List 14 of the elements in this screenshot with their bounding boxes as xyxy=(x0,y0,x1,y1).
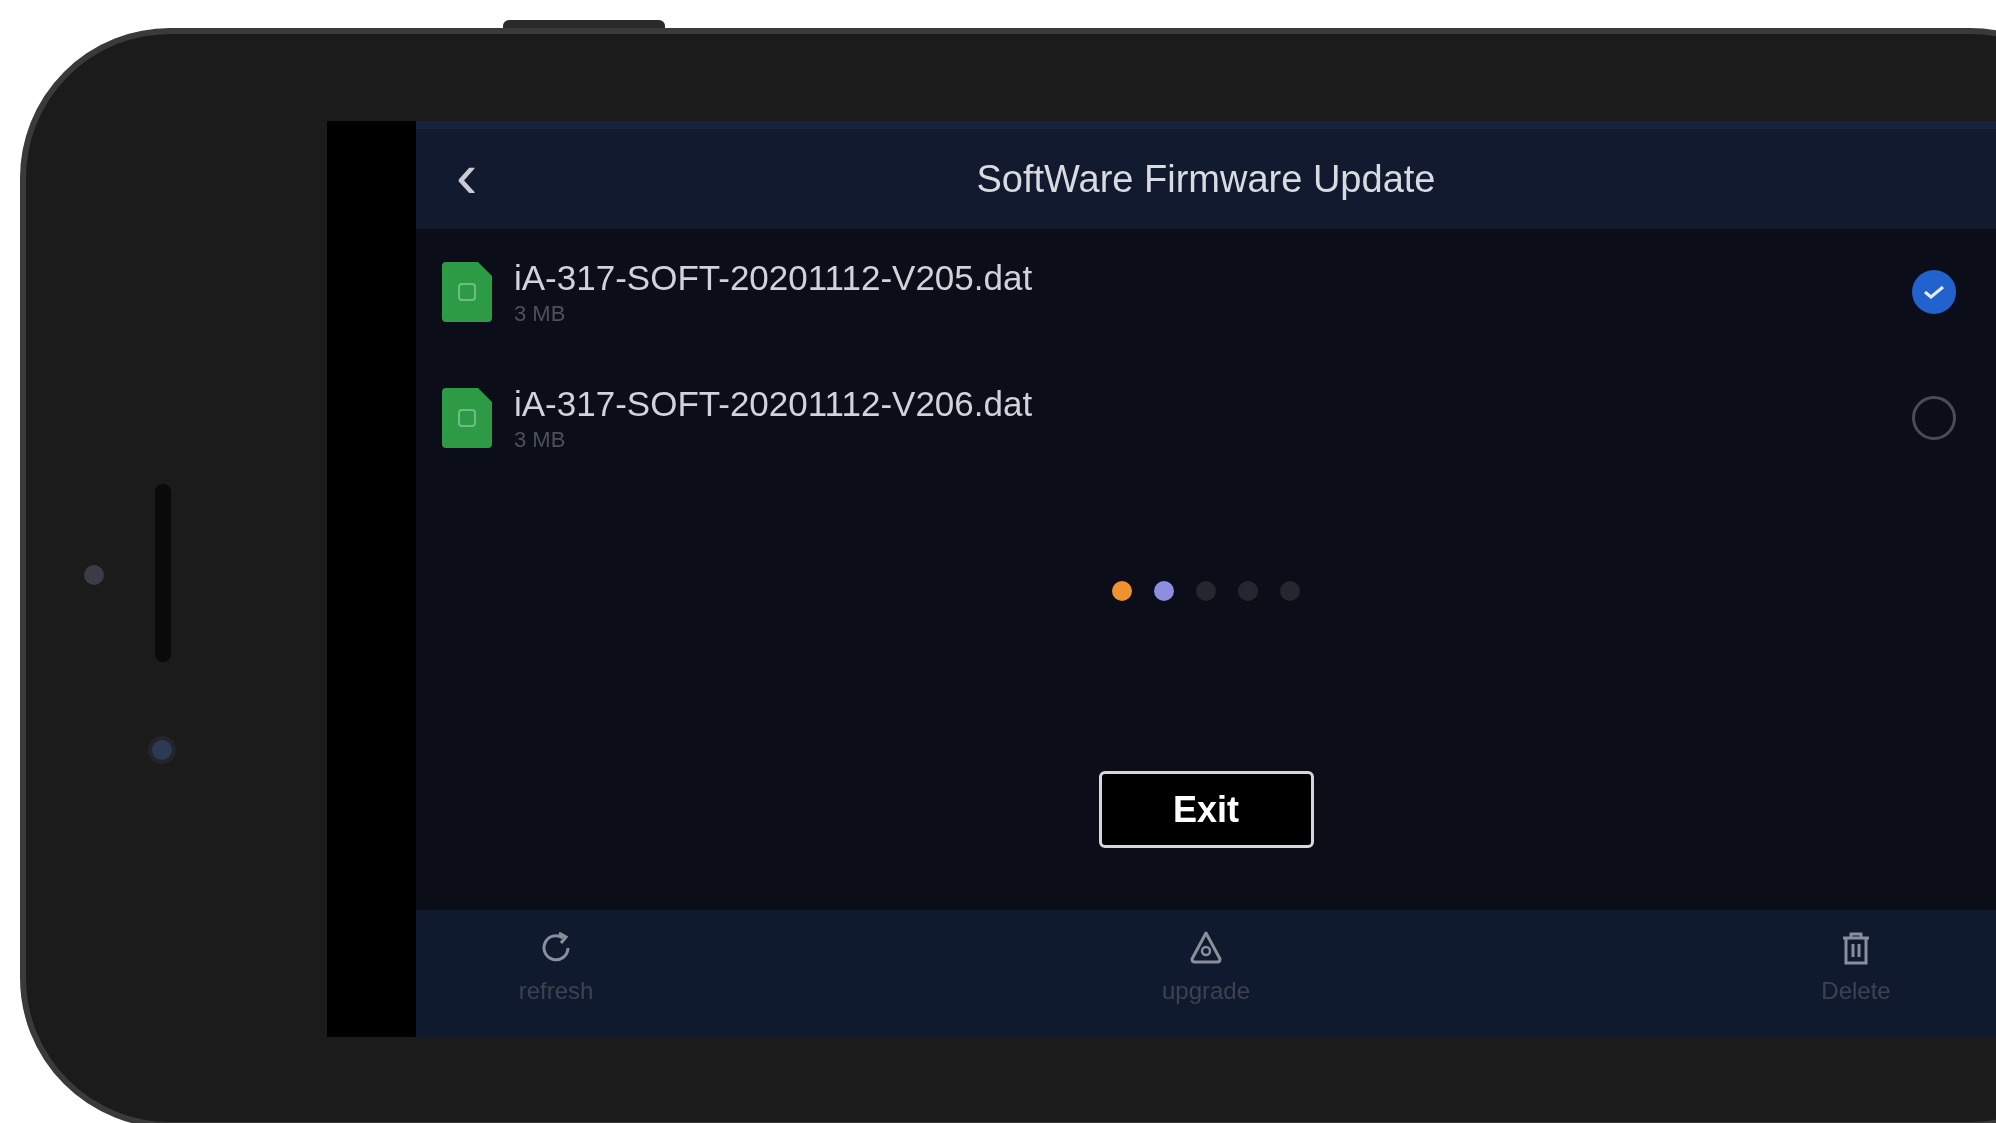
file-name: iA-317-SOFT-20201112-V206.dat xyxy=(514,383,1033,426)
file-size: 3 MB xyxy=(514,300,567,328)
radio-button[interactable] xyxy=(1912,396,1956,440)
file-row[interactable]: iA-317-SOFT-20201112-V206.dat 3 MB xyxy=(416,355,1996,481)
back-button[interactable]: ‹ xyxy=(456,143,478,207)
exit-button[interactable]: Exit xyxy=(1098,771,1314,848)
file-icon xyxy=(442,388,492,448)
file-row[interactable]: iA-317-SOFT-20201112-V205.dat 3 MB xyxy=(416,229,1996,355)
file-name: iA-317-SOFT-20201112-V205.dat xyxy=(514,257,1033,300)
file-size: 3 MB xyxy=(514,426,567,454)
checkmark-icon xyxy=(1923,284,1945,300)
checked-radio[interactable] xyxy=(1912,270,1956,314)
screen-title: SoftWare Firmware Update xyxy=(976,156,1436,202)
file-icon xyxy=(442,262,492,322)
